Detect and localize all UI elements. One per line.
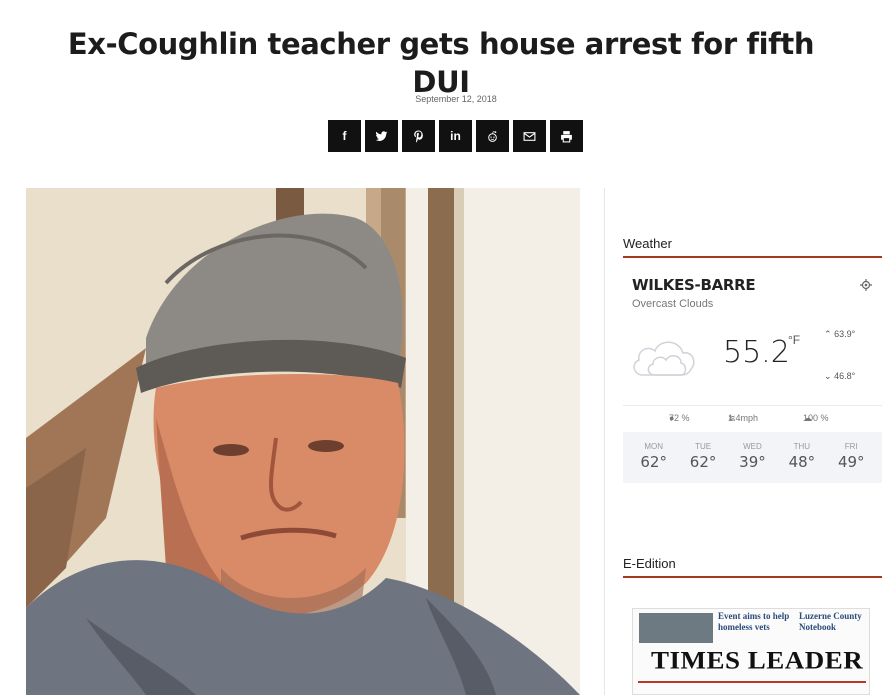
share-bar: f in: [328, 120, 583, 152]
article-photo: [26, 188, 580, 695]
edition-headline: Luzerne County Notebook: [799, 611, 862, 632]
forecast-day-temp: 62°: [640, 453, 667, 471]
print-icon: [561, 130, 572, 142]
edition-heading: E-Edition: [623, 556, 676, 571]
linkedin-share-button[interactable]: in: [439, 120, 472, 152]
weather-widget: WILKES-BARRE Overcast Clouds 55.2 °F ⌃ 6…: [623, 265, 882, 483]
forecast-day-name: THU: [793, 442, 811, 451]
chevron-up-icon: ⌃: [824, 329, 832, 339]
forecast-day: THU 48°: [780, 432, 824, 483]
reddit-share-button[interactable]: [476, 120, 509, 152]
forecast-day-name: TUE: [695, 442, 712, 451]
weather-forecast: MON 62° TUE 62° WED 39° THU 48° FRI 49°: [623, 432, 882, 483]
e-edition-cover[interactable]: Event aims to help homeless vets Luzerne…: [632, 608, 870, 695]
forecast-day-temp: 39°: [739, 453, 766, 471]
forecast-day: MON 62°: [632, 432, 676, 483]
weather-description: Overcast Clouds: [632, 298, 714, 310]
forecast-day: WED 39°: [730, 432, 774, 483]
forecast-day-temp: 48°: [788, 453, 816, 471]
article-title: Ex-Coughlin teacher gets house arrest fo…: [67, 27, 815, 100]
facebook-icon: f: [342, 129, 347, 143]
pinterest-icon: [414, 130, 423, 143]
weather-heading-rule: [623, 256, 882, 258]
weather-high: ⌃ 63.9°: [824, 329, 856, 339]
edition-headline: Event aims to help homeless vets: [718, 611, 790, 632]
edition-accent-bar: [638, 681, 866, 683]
twitter-share-button[interactable]: [365, 120, 398, 152]
weather-low: ⌄ 46.8°: [824, 371, 856, 381]
forecast-day-temp: 62°: [689, 453, 717, 471]
cloud-icon: [633, 341, 695, 376]
forecast-day-name: MON: [644, 442, 664, 451]
weather-city: WILKES-BARRE: [632, 276, 756, 294]
forecast-day: TUE 62°: [681, 432, 725, 483]
edition-cover-photo: [639, 613, 713, 643]
weather-temperature: 55.2: [723, 335, 790, 370]
email-icon: [523, 131, 536, 141]
linkedin-icon: in: [450, 129, 461, 143]
chevron-down-icon: ⌄: [824, 371, 832, 381]
weather-unit: °F: [788, 333, 801, 347]
sidebar-divider: [604, 188, 605, 695]
print-button[interactable]: [550, 120, 583, 152]
email-share-button[interactable]: [513, 120, 546, 152]
edition-logo: TIMES LEADER: [651, 646, 864, 674]
forecast-day: FRI 49°: [829, 432, 873, 483]
forecast-day-name: WED: [743, 442, 762, 451]
pinterest-share-button[interactable]: [402, 120, 435, 152]
forecast-day-name: FRI: [844, 442, 858, 451]
location-icon[interactable]: [860, 279, 872, 291]
facebook-share-button[interactable]: f: [328, 120, 361, 152]
article-date: September 12, 2018: [415, 94, 497, 104]
reddit-icon: [488, 130, 497, 142]
edition-heading-rule: [623, 576, 882, 578]
twitter-icon: [375, 130, 388, 141]
weather-separator: [623, 405, 882, 406]
forecast-day-temp: 49°: [837, 453, 865, 471]
weather-heading: Weather: [623, 236, 672, 251]
